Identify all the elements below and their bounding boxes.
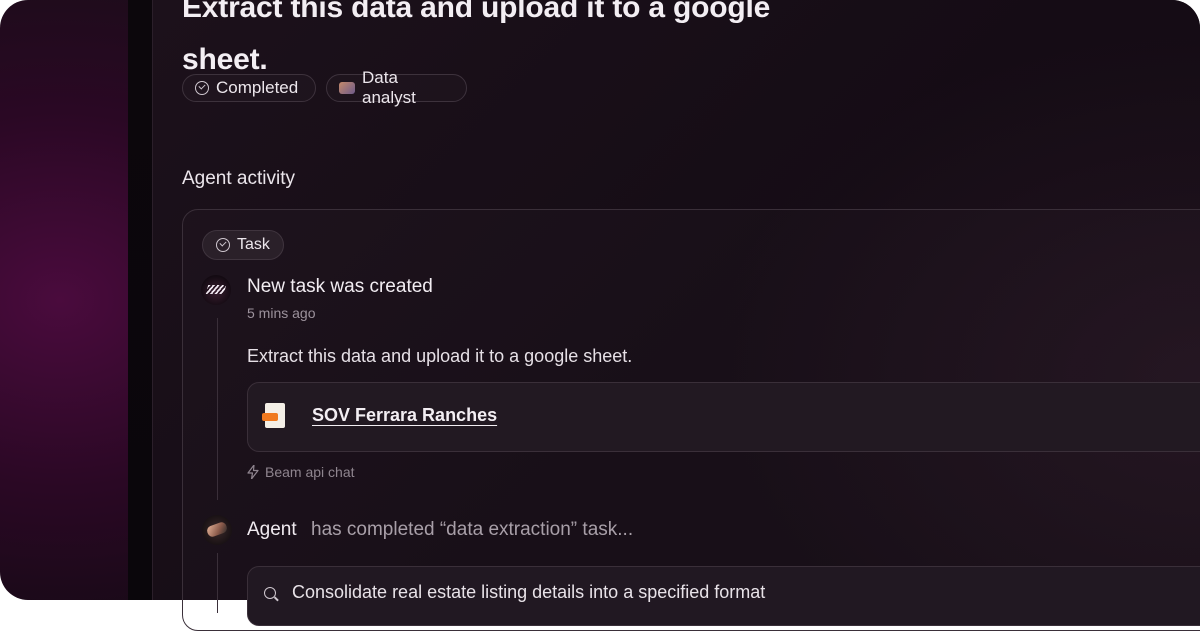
data-analyst-icon [339, 82, 355, 94]
timeline-line [217, 318, 218, 500]
section-title: Agent activity [182, 168, 295, 189]
status-label: Completed [216, 78, 299, 97]
event-title: New task was created [247, 276, 433, 297]
agent-badge[interactable]: Data analyst [326, 68, 467, 107]
beam-avatar [201, 275, 231, 305]
event-source: Beam api chat [247, 464, 355, 480]
event-source-label: Beam api chat [265, 464, 355, 480]
attachment-link[interactable]: SOV Ferrara Ranches [312, 405, 497, 426]
check-circle-icon [216, 238, 230, 252]
bolt-icon [247, 465, 259, 479]
agent-name: Agent [247, 519, 297, 540]
event-description: Extract this data and upload it to a goo… [247, 346, 633, 366]
status-badge[interactable]: Completed [182, 74, 316, 102]
timeline-line [217, 553, 218, 613]
search-icon [264, 587, 276, 599]
check-circle-icon [195, 81, 209, 95]
event-timestamp: 5 mins ago [247, 305, 316, 321]
sidebar-rail [128, 0, 154, 600]
task-filter-chip[interactable]: Task [202, 230, 284, 260]
agent-status-text: has completed “data extraction” task... [311, 519, 634, 540]
task-chip-label: Task [237, 236, 270, 253]
agent-avatar [202, 515, 232, 545]
pdf-file-icon [262, 403, 285, 428]
agent-badge-label: Data analyst [362, 68, 416, 107]
